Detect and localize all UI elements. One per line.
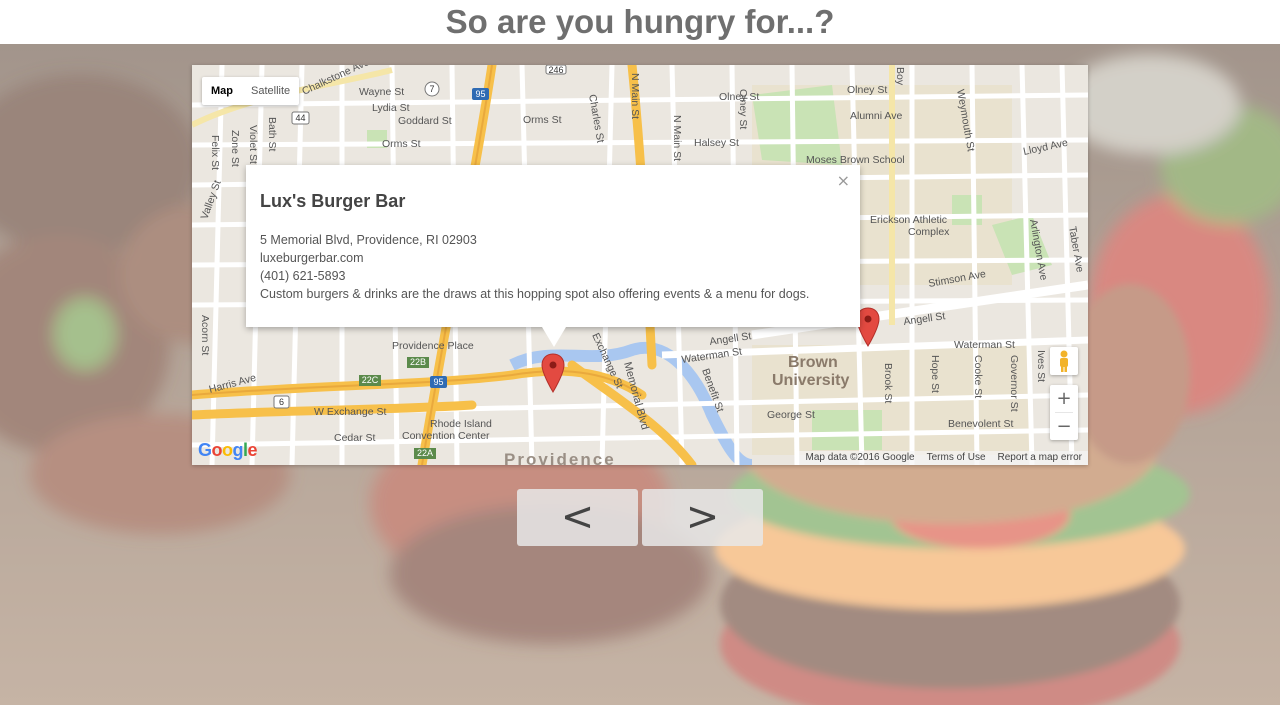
close-icon[interactable]: ×: [837, 171, 850, 190]
info-window-tail: [542, 327, 566, 347]
map-label: N Main St: [671, 115, 683, 161]
map-label: Zone St: [229, 130, 241, 167]
page-title: So are you hungry for...?: [445, 3, 835, 40]
map-label: Hope St: [929, 355, 941, 393]
google-logo: Google: [198, 440, 258, 461]
map-label: Orms St: [523, 114, 562, 126]
map-label: Ives St: [1035, 350, 1047, 382]
map-label: Goddard St: [398, 115, 452, 127]
map-label: Waterman St: [954, 339, 1015, 351]
map-label: Erickson Athletic: [870, 214, 947, 226]
map-label: Wayne St: [359, 86, 404, 98]
map-label: Lydia St: [372, 102, 410, 114]
map-data-attribution: Map data ©2016 Google: [805, 452, 915, 463]
place-address: 5 Memorial Blvd, Providence, RI 02903: [260, 233, 477, 247]
map-view[interactable]: Charles St N Main St Olney St Olney St A…: [192, 65, 1088, 465]
map-label: Halsey St: [694, 137, 739, 149]
map-label-providence: Providence: [504, 450, 616, 465]
place-description: Custom burgers & drinks are the draws at…: [260, 287, 810, 301]
zoom-out-button[interactable]: −: [1050, 413, 1078, 440]
google-logo-letter: G: [198, 440, 212, 460]
map-label: Complex: [908, 226, 950, 238]
map-label: George St: [767, 409, 815, 421]
map-label: Convention Center: [402, 430, 490, 442]
map-label: Violet St: [247, 125, 259, 164]
map-label: Benevolent St: [948, 418, 1013, 430]
google-logo-letter: g: [232, 440, 244, 460]
map-label: N Main St: [629, 73, 641, 119]
page: So are you hungry for...? Charles St N M…: [0, 0, 1280, 705]
pegman-control[interactable]: [1050, 347, 1078, 375]
map-type-satellite-button[interactable]: Satellite: [242, 77, 299, 105]
map-label: Providence Place: [392, 340, 474, 352]
map-label: Olney St: [737, 89, 749, 129]
prev-button[interactable]: <: [517, 489, 638, 546]
map-label: Brook St: [882, 363, 894, 403]
google-logo-letter: o: [222, 440, 233, 460]
map-label: Bath St: [266, 117, 278, 152]
map-label: Alumni Ave: [850, 110, 902, 122]
map-type-control: Map Satellite: [202, 77, 300, 105]
google-logo-letter: e: [247, 440, 258, 460]
map-label: W Exchange St: [314, 406, 386, 418]
map-label: Orms St: [382, 138, 421, 150]
shield-246-icon: 246: [548, 65, 563, 75]
map-label: Olney St: [847, 84, 887, 96]
map-label: Felix St: [209, 135, 221, 170]
map-label: Governor St: [1008, 355, 1020, 412]
shield-44-icon: 44: [295, 113, 305, 123]
place-name: Lux's Burger Bar: [260, 191, 406, 211]
map-footer: Map data ©2016 Google Terms of Use Repor…: [799, 451, 1088, 465]
next-button[interactable]: >: [642, 489, 763, 546]
zoom-control: + −: [1050, 385, 1078, 440]
map-label-brown: Brown: [788, 354, 838, 371]
place-website: luxeburgerbar.com: [260, 251, 364, 265]
map-label: Cedar St: [334, 432, 376, 444]
shield-22b-icon: 22B: [410, 357, 426, 367]
pegman-icon[interactable]: [1050, 347, 1078, 375]
map-label: Cooke St: [972, 355, 984, 398]
info-window: × Lux's Burger Bar 5 Memorial Blvd, Prov…: [246, 165, 860, 347]
shield-95-icon: 95: [475, 89, 485, 99]
map-label: Rhode Island: [430, 418, 492, 430]
map-label: Boy: [894, 67, 906, 86]
google-logo-letter: o: [211, 440, 223, 460]
terms-of-use-link[interactable]: Terms of Use: [921, 451, 992, 465]
report-map-error-link[interactable]: Report a map error: [992, 451, 1088, 465]
shield-22a-icon: 22A: [417, 448, 433, 458]
shield-7-icon: 7: [429, 84, 434, 94]
shield-22c-icon: 22C: [362, 375, 379, 385]
map-label-university: University: [772, 372, 849, 389]
zoom-in-button[interactable]: +: [1050, 385, 1078, 412]
map-label: Acorn St: [199, 315, 211, 355]
place-phone: (401) 621-5893: [260, 269, 346, 283]
map-type-map-button[interactable]: Map: [202, 77, 242, 105]
shield-6-icon: 6: [279, 397, 284, 407]
shield-95-icon: 95: [433, 377, 443, 387]
map-marker-icon[interactable]: [540, 353, 566, 393]
